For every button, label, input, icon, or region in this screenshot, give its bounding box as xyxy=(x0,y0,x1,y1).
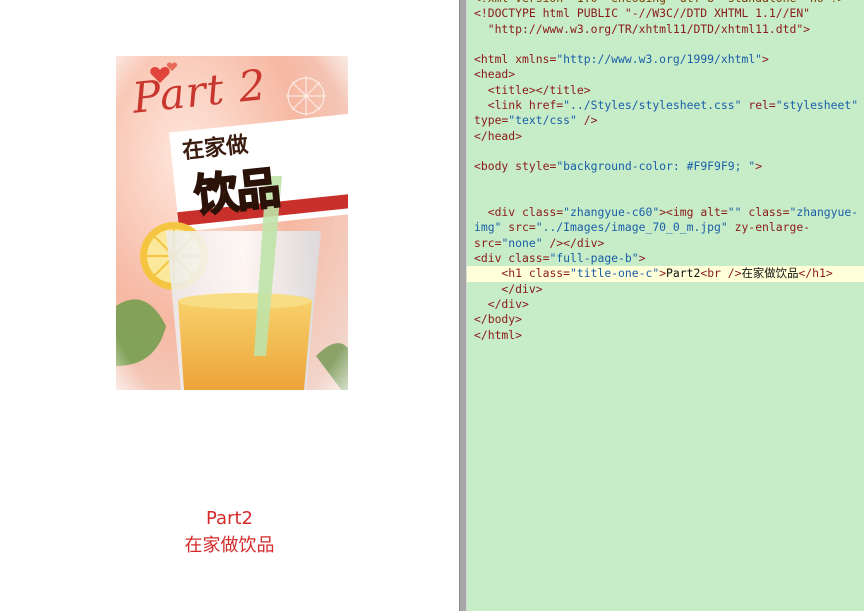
code-line[interactable]: <div class="zhangyue-c60"><img alt="" cl… xyxy=(474,205,864,220)
code-line[interactable]: "http://www.w3.org/TR/xhtml11/DTD/xhtml1… xyxy=(474,22,864,37)
code-line[interactable] xyxy=(474,190,864,205)
code-line[interactable]: <!DOCTYPE html PUBLIC "-//W3C//DTD XHTML… xyxy=(474,6,864,21)
code-line[interactable] xyxy=(474,37,864,52)
code-token: <link xyxy=(474,98,529,113)
code-token: <?xml version="1.0" encoding="utf-8" sta… xyxy=(474,0,844,5)
code-token: img" xyxy=(474,220,502,235)
code-token: type= xyxy=(474,113,509,128)
code-line[interactable]: <body style="background-color: #F9F9F9; … xyxy=(474,159,864,174)
code-token: <br /> xyxy=(700,266,742,281)
code-line[interactable] xyxy=(474,175,864,190)
code-token: <!DOCTYPE html PUBLIC "-//W3C//DTD XHTML… xyxy=(474,6,811,21)
code-token: "none" xyxy=(501,235,543,250)
code-token: "http://www.w3.org/1999/xhtml" xyxy=(556,52,763,67)
code-token: </div> xyxy=(474,296,529,311)
code-token: "http://www.w3.org/TR/xhtml11/DTD/xhtml1… xyxy=(474,21,811,36)
code-line[interactable]: </body> xyxy=(474,312,864,327)
code-token: > xyxy=(762,52,769,67)
code-line-current[interactable]: <h1 class="title-one-c">Part2<br />在家做饮品… xyxy=(467,266,864,282)
code-token: src= xyxy=(501,220,536,235)
code-token: "../Styles/stylesheet.css" xyxy=(563,98,742,113)
code-token: zy-enlarge- xyxy=(727,220,811,235)
code-token: <html xyxy=(474,52,516,67)
code-token: class= xyxy=(528,266,571,281)
code-line[interactable]: <link href="../Styles/stylesheet.css" re… xyxy=(474,98,864,113)
code-token: <body xyxy=(474,159,516,174)
code-line[interactable]: </html> xyxy=(474,328,864,343)
code-token: "text/css" xyxy=(508,113,577,128)
code-line[interactable] xyxy=(474,144,864,159)
code-token: /> xyxy=(576,113,598,128)
code-token: > xyxy=(638,251,646,266)
code-token: </html> xyxy=(474,327,523,342)
code-editor[interactable]: <?xml version="1.0" encoding="utf-8" sta… xyxy=(467,0,864,611)
code-line[interactable]: <head> xyxy=(474,67,864,82)
code-token: "stylesheet" xyxy=(775,98,859,113)
code-token: "zhangyue- xyxy=(789,205,859,220)
code-token: style= xyxy=(515,159,557,174)
cover-subtitle-big: 饮品 xyxy=(191,162,282,224)
code-line[interactable]: type="text/css" /> xyxy=(474,113,864,128)
code-token: xmlns= xyxy=(515,52,557,67)
code-token: 在家做饮品 xyxy=(741,266,799,281)
code-line[interactable]: src="none" /></div> xyxy=(474,236,864,251)
code-token: class= xyxy=(741,205,790,220)
code-token: "zhangyue-c60" xyxy=(563,205,660,220)
code-token: <div xyxy=(474,251,509,266)
code-token: </div> xyxy=(474,281,543,296)
cover-image[interactable]: Part 2 在家做 饮品 xyxy=(116,56,348,390)
code-token: "full-page-b" xyxy=(549,251,639,266)
code-token: <h1 xyxy=(474,266,529,281)
code-token: <div xyxy=(474,205,523,220)
code-token: /></div> xyxy=(542,235,605,250)
code-token: </h1> xyxy=(798,266,833,281)
code-token: class= xyxy=(522,205,564,220)
code-token: ><img xyxy=(659,205,701,220)
code-line[interactable]: <html xmlns="http://www.w3.org/1999/xhtm… xyxy=(474,52,864,67)
code-token: "../Images/image_70_0_m.jpg" xyxy=(535,220,728,235)
code-line[interactable]: <title></title> xyxy=(474,83,864,98)
code-line[interactable]: img" src="../Images/image_70_0_m.jpg" zy… xyxy=(474,220,864,235)
code-token: alt= xyxy=(700,205,728,220)
code-token: </head> xyxy=(474,128,523,143)
code-line[interactable]: </div> xyxy=(474,282,864,297)
chapter-caption-title: 在家做饮品 xyxy=(184,535,275,556)
code-line[interactable]: </head> xyxy=(474,129,864,144)
code-token: </body> xyxy=(474,312,523,327)
code-line[interactable]: <div class="full-page-b"> xyxy=(474,251,864,266)
chapter-caption-part: Part2 xyxy=(206,508,253,529)
code-token: <head> xyxy=(474,67,516,82)
preview-pane: Part 2 在家做 饮品 Part2 在家做饮品 xyxy=(0,0,459,611)
code-token: "background-color: #F9F9F9; " xyxy=(556,159,756,174)
code-token: src= xyxy=(474,235,502,250)
code-line[interactable]: </div> xyxy=(474,297,864,312)
code-token: class= xyxy=(508,251,550,266)
code-token: <title></title> xyxy=(474,82,591,97)
pane-splitter[interactable] xyxy=(459,0,467,611)
code-token: "" xyxy=(727,205,742,220)
code-lines: <?xml version="1.0" encoding="utf-8" sta… xyxy=(467,0,864,343)
code-token: Part2 xyxy=(666,266,701,281)
code-token: "title-one-c" xyxy=(570,266,660,281)
code-token: href= xyxy=(528,98,564,113)
code-token: rel= xyxy=(741,98,776,113)
code-token: > xyxy=(755,159,763,174)
